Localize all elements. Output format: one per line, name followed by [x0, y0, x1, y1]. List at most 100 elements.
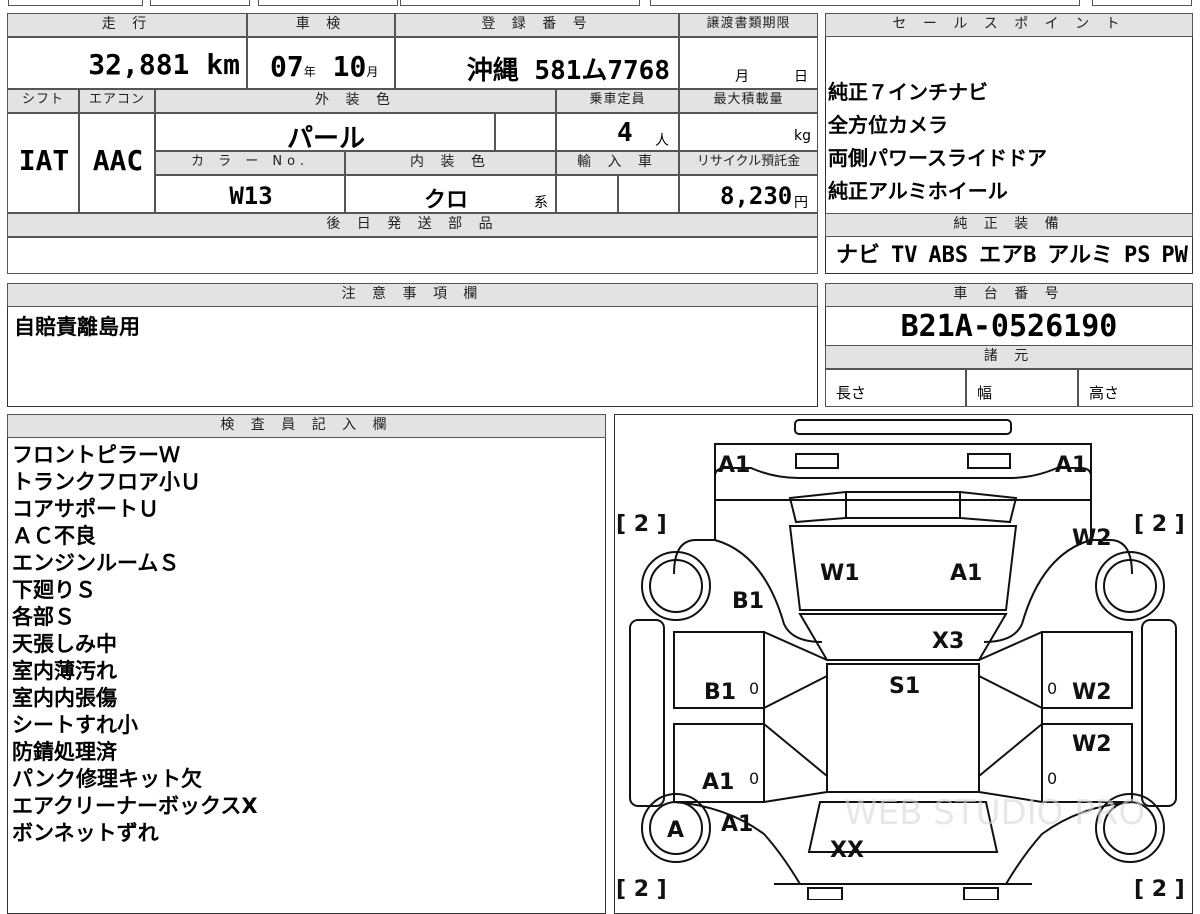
dmg-w1: W1 — [820, 561, 860, 586]
notes-header: 注 意 事 項 欄 — [7, 283, 818, 307]
dmg-a1-hood: A1 — [950, 561, 982, 586]
max-load-cell: kg — [679, 113, 818, 151]
inspection-cell: 07年 10月 — [247, 37, 395, 89]
shift-value: IAT — [18, 144, 70, 177]
equipment-pw: PW — [1161, 243, 1188, 268]
zero-mark: 0 — [749, 769, 759, 788]
dmg-w2-door-front: W2 — [1072, 680, 1112, 705]
dmg-a1-rear-fender: A1 — [721, 812, 753, 837]
inspection-month: 10 — [332, 50, 367, 83]
mileage-unit: km — [206, 48, 240, 81]
equipment-alloy: アルミ — [1047, 243, 1114, 268]
import-header: 輸 入 車 — [556, 151, 679, 175]
sales-points-header: セ ー ル ス ポ イ ン ト — [825, 13, 1193, 37]
inspector-notes-header: 検 査 員 記 入 欄 — [7, 414, 606, 438]
registration-number: 沖縄 581ム7768 — [466, 56, 670, 86]
side-skirt-left — [629, 619, 665, 807]
body-outline — [673, 500, 1133, 575]
exterior-color-header: 外 装 色 — [155, 89, 556, 113]
dmg-b1-fender: B1 — [732, 589, 764, 614]
front-bumper-bar — [794, 419, 1012, 435]
zero-mark: 0 — [1047, 769, 1057, 788]
interior-color-value: クロ — [424, 188, 469, 213]
windshield — [798, 613, 1008, 661]
inspector-note: フロントピラーＷ — [12, 443, 180, 467]
pillar-right — [1041, 707, 1132, 725]
wheel-front-right-inner — [1103, 559, 1157, 613]
dmg-w2-door-rear: W2 — [1072, 732, 1112, 757]
inspector-note: 室内内張傷 — [12, 686, 117, 710]
equipment-row: ナビ TV ABS エアB アルミ PS PW — [836, 240, 1188, 272]
sales-point: 純正アルミホイール — [828, 179, 1008, 203]
max-load-unit: kg — [794, 128, 811, 144]
import-cell-b — [618, 175, 679, 213]
pillar-left — [674, 707, 765, 725]
specs-header: 諸 元 — [825, 345, 1193, 369]
later-parts-header: 後 日 発 送 部 品 — [7, 213, 818, 237]
spec-width-label: 幅 — [977, 384, 993, 402]
zero-mark: 0 — [1047, 679, 1057, 698]
fender-front-right — [983, 539, 1092, 643]
shift-header: シフト — [7, 89, 79, 113]
cowl-left — [788, 490, 847, 524]
tail-box-left — [807, 887, 843, 900]
tire-bracket-bottom-right: [ 2 ] — [1134, 877, 1185, 900]
headlight-left — [795, 453, 839, 469]
color-no-header: カ ラ ー No. — [155, 151, 345, 175]
deadline-month-label: 月 — [735, 69, 749, 85]
headlight-right — [967, 453, 1011, 469]
import-cell-a — [556, 175, 618, 213]
color-no-value: W13 — [229, 182, 273, 210]
inspector-note: ＡＣ不良 — [12, 524, 96, 548]
sales-point: 全方位カメラ — [828, 113, 948, 137]
exterior-color-cell: パール — [155, 113, 495, 154]
later-parts-cell — [7, 237, 818, 274]
cowl-center — [845, 491, 961, 519]
exterior-color-extra — [495, 113, 556, 151]
sales-point: 純正７インチナビ — [828, 80, 988, 104]
wheel-front-right — [1095, 551, 1165, 621]
recycle-header: リサイクル預託金 — [679, 151, 818, 175]
equipment-header: 純 正 装 備 — [825, 213, 1193, 237]
equipment-airbag: エアB — [979, 243, 1037, 268]
recycle-value: 8,230 — [720, 182, 793, 210]
tire-bracket-bottom-left: [ 2 ] — [616, 877, 667, 900]
wheel-front-left-inner — [649, 559, 703, 613]
watermark: WEB STUDIO PRO — [844, 793, 1145, 833]
deadline-day-label: 日 — [794, 69, 808, 85]
inspector-note: エアクリーナーボックスX — [12, 794, 258, 818]
sales-point: 両側パワースライドドア — [828, 146, 1047, 170]
mileage-cell: 32,881 km — [7, 37, 247, 89]
inspector-note: 室内薄汚れ — [12, 659, 117, 683]
shift-cell: IAT — [7, 113, 79, 213]
tire-bracket-top-left: [ 2 ] — [616, 512, 667, 537]
inspector-note: 防錆処理済 — [12, 740, 117, 764]
inspector-note: 下廻りＳ — [12, 578, 96, 602]
aircon-value: AAC — [92, 144, 144, 177]
tail-box-right — [963, 887, 999, 900]
aircon-cell: AAC — [79, 113, 155, 213]
notes-text: 自賠責離島用 — [14, 315, 140, 339]
zero-mark: 0 — [749, 679, 759, 698]
spec-height-label: 高さ — [1089, 384, 1120, 402]
dmg-w2-top-right: W2 — [1072, 526, 1112, 551]
inspection-month-unit: 月 — [366, 65, 379, 79]
equipment-navi: ナビ — [836, 243, 881, 268]
dmg-b1-door: B1 — [704, 680, 736, 705]
registration-cell: 沖縄 581ム7768 — [395, 37, 679, 89]
spec-length: 長さ — [825, 369, 966, 407]
car-diagram: A1 A1 W2 W1 A1 B1 X3 B1 S1 W2 W2 A1 A1 X… — [616, 419, 1185, 900]
color-no-cell: W13 — [155, 175, 345, 213]
interior-color-header: 内 装 色 — [345, 151, 556, 175]
max-load-header: 最大積載量 — [679, 89, 818, 113]
inspector-note: コアサポートＵ — [12, 497, 159, 521]
dmg-a1-door-rear: A1 — [702, 770, 734, 795]
wheel-front-left — [641, 551, 711, 621]
dmg-a1-front-left: A1 — [718, 453, 750, 478]
side-skirt-right — [1141, 619, 1177, 807]
recycle-cell: 8,230 円 — [679, 175, 818, 213]
inspector-note: 各部Ｓ — [12, 605, 75, 629]
tire-bracket-top-right: [ 2 ] — [1134, 512, 1185, 537]
recycle-unit: 円 — [794, 195, 808, 211]
document-deadline-cell: 月 日 — [679, 37, 818, 89]
